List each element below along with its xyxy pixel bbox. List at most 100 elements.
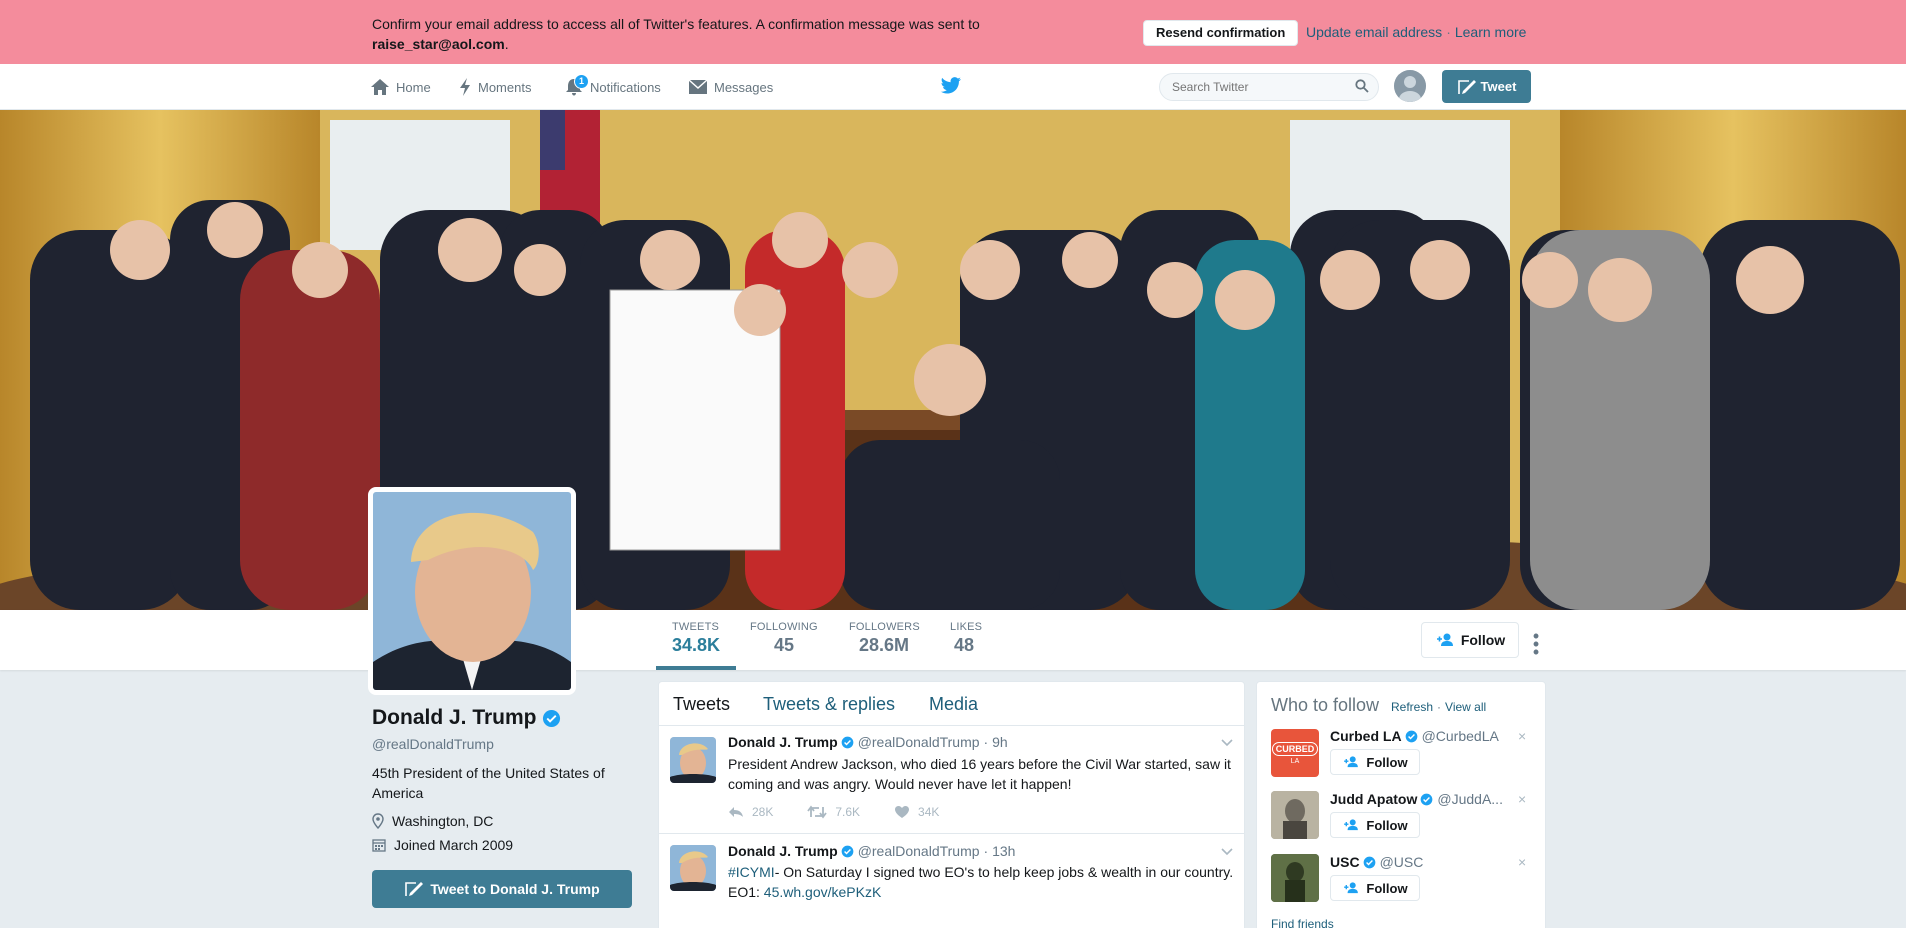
location-pin-icon [372,813,384,829]
stat-followers-value: 28.6M [859,635,910,655]
find-friends-link[interactable]: Find friends [1271,917,1334,928]
like-action[interactable]: 34K [894,805,939,819]
banner-message: Confirm your email address to access all… [372,16,980,52]
stat-following-value: 45 [774,635,795,655]
suggestion-handle[interactable]: @CurbedLA [1422,728,1499,744]
stat-following[interactable]: FOLLOWING 45 [750,621,818,656]
tweet-text-prefix: EO1: [728,884,764,900]
suggestion-handle[interactable]: @USC [1380,854,1424,870]
user-avatar[interactable] [1394,70,1426,102]
tweet-link[interactable]: 45.wh.gov/kePKzK [764,884,882,900]
tweet-author-name[interactable]: Donald J. Trump [728,843,838,859]
active-tab-indicator [656,666,736,670]
tweet-to-button[interactable]: Tweet to Donald J. Trump [372,870,632,908]
tweet-avatar[interactable] [670,737,716,783]
suggestion-handle[interactable]: @JuddA... [1437,791,1503,807]
suggestion-follow-button[interactable]: Follow [1330,812,1420,838]
tweet-button[interactable]: Tweet [1442,70,1531,103]
chevron-down-icon[interactable] [1221,845,1233,859]
calendar-icon [372,839,386,852]
tab-media[interactable]: Media [929,694,978,715]
curbed-la-avatar[interactable]: CURBED LA [1271,729,1319,777]
verified-icon [1421,793,1433,805]
refresh-link[interactable]: Refresh [1391,700,1433,714]
dismiss-suggestion-icon[interactable]: × [1518,854,1526,870]
nav-messages[interactable]: Messages [688,64,773,110]
stat-likes[interactable]: LIKES 48 [950,621,982,656]
usc-avatar[interactable] [1271,854,1319,902]
curbed-logo-text: CURBED [1271,741,1319,756]
suggestion-name[interactable]: USC [1330,854,1360,870]
banner-email: raise_star@aol.com [372,36,505,52]
nav-moments-label: Moments [478,79,532,95]
dismiss-suggestion-icon[interactable]: × [1518,728,1526,744]
tweet-author-handle[interactable]: @realDonaldTrump [858,734,980,750]
suggestion-name-row[interactable]: USC @USC [1330,854,1423,870]
lightning-icon [460,78,470,96]
tab-tweets-replies[interactable]: Tweets & replies [763,694,895,715]
profile-avatar[interactable] [368,487,576,695]
tweet-hashtag[interactable]: #ICYMI [728,864,775,880]
twitter-bird-icon[interactable] [940,77,962,95]
judd-apatow-avatar-image [1271,791,1319,839]
search-input[interactable] [1159,73,1379,101]
profile-name: Donald J. Trump [372,706,561,730]
profile-handle[interactable]: @realDonaldTrump [372,736,494,752]
suggestion-follow-button[interactable]: Follow [1330,875,1420,901]
dismiss-suggestion-icon[interactable]: × [1518,791,1526,807]
who-to-follow-separator: · [1437,700,1442,714]
profile-joined: Joined March 2009 [372,837,513,853]
tweet-author-name[interactable]: Donald J. Trump [728,734,838,750]
resend-confirmation-button[interactable]: Resend confirmation [1143,20,1299,46]
tweet-timestamp[interactable]: · 9h [984,734,1008,750]
retweet-count: 7.6K [835,805,861,819]
suggestion-follow-button[interactable]: Follow [1330,749,1420,775]
suggestion-name[interactable]: Judd Apatow [1330,791,1417,807]
tweet-timestamp[interactable]: · 13h [984,843,1016,859]
banner-links: Update email address · Learn more [1306,24,1526,40]
suggestion-name[interactable]: Curbed LA [1330,728,1402,744]
reply-icon [729,807,743,817]
more-options-icon[interactable]: • • • [1532,627,1540,661]
tweet-author-handle[interactable]: @realDonaldTrump [858,843,980,859]
judd-apatow-avatar[interactable] [1271,791,1319,839]
home-icon [371,79,389,95]
update-email-link[interactable]: Update email address [1306,24,1442,40]
profile-avatar-image [373,492,571,690]
suggestion-follow-label: Follow [1366,754,1408,770]
profile-location: Washington, DC [372,813,493,829]
search-icon[interactable] [1355,79,1369,93]
suggestion-name-row[interactable]: Judd Apatow @JuddA... [1330,791,1503,807]
compose-icon [1457,79,1476,94]
tweet-avatar[interactable] [670,845,716,891]
cover-photo [0,110,1906,610]
nav-notifications[interactable]: 1 Notifications [564,64,661,110]
stat-tweets[interactable]: TWEETS 34.8K [672,621,720,656]
stat-followers[interactable]: FOLLOWERS 28.6M [849,621,920,656]
stat-tweets-value: 34.8K [672,635,721,655]
suggestion-follow-label: Follow [1366,817,1408,833]
banner-links-separator: · [1446,24,1451,40]
tweet-header: Donald J. Trump @realDonaldTrump · 9h [728,734,1008,750]
suggestion-name-row[interactable]: Curbed LA @CurbedLA [1330,728,1499,744]
verified-icon [841,845,854,857]
envelope-icon [688,79,708,94]
chevron-down-icon[interactable] [1221,736,1233,750]
follow-button[interactable]: Follow [1421,622,1519,658]
tweet-avatar-image [670,737,716,783]
retweet-action[interactable]: 7.6K [807,805,860,819]
follow-button-label: Follow [1460,632,1506,648]
view-all-link[interactable]: View all [1445,700,1486,714]
default-avatar-icon [1394,70,1426,102]
verified-icon [542,709,560,727]
nav-moments[interactable]: Moments [458,64,531,110]
profile-name-text[interactable]: Donald J. Trump [372,706,537,730]
who-to-follow-links: Refresh · View all [1391,700,1486,714]
nav-home[interactable]: Home [370,64,431,110]
add-user-icon [1344,819,1359,831]
reply-action[interactable]: 28K [728,805,773,819]
learn-more-link[interactable]: Learn more [1455,24,1527,40]
add-user-icon [1436,633,1453,646]
tweet-text: #ICYMI- On Saturday I signed two EO's to… [728,862,1238,902]
tab-tweets[interactable]: Tweets [673,694,730,715]
